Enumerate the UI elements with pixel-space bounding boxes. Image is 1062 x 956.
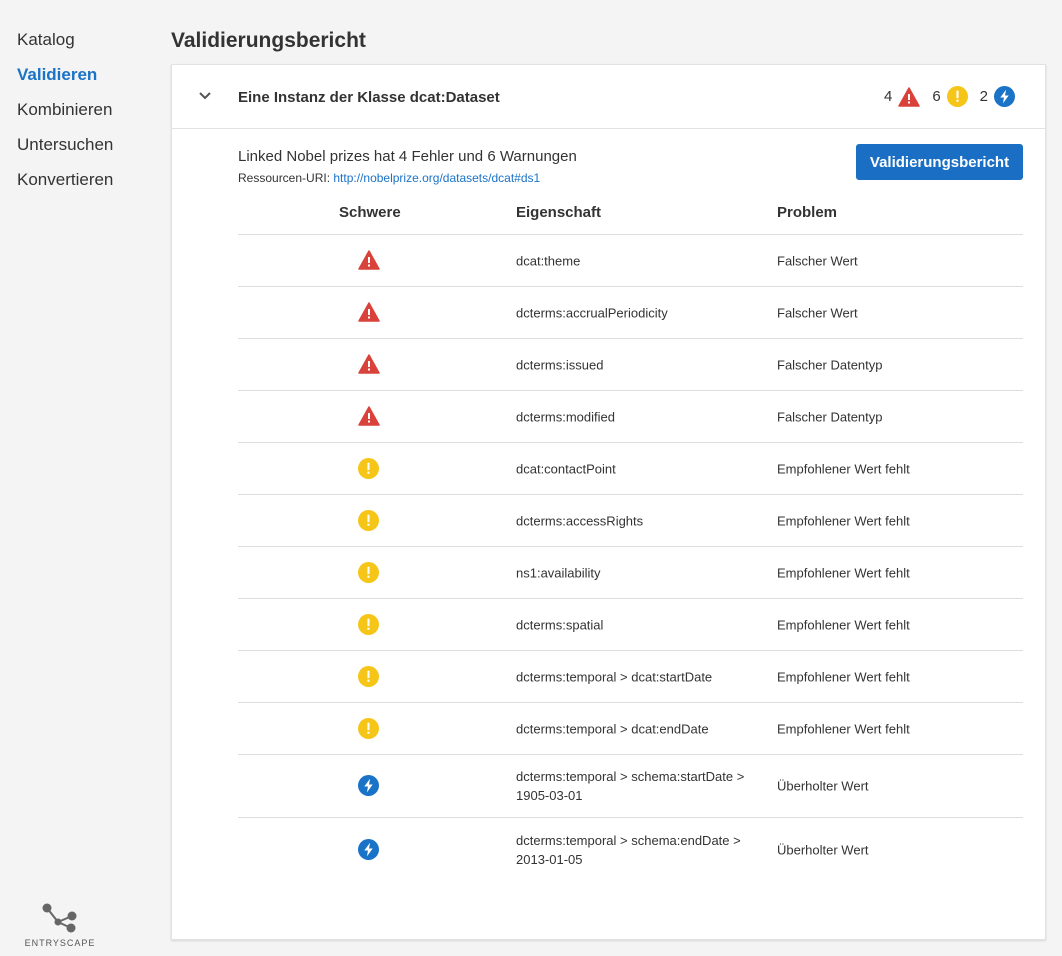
table-header: Schwere Eigenschaft Problem xyxy=(238,193,1023,235)
error-icon xyxy=(358,249,380,272)
sidebar-item-kombinieren[interactable]: Kombinieren xyxy=(17,100,112,120)
sidebar-item-katalog[interactable]: Katalog xyxy=(17,30,75,50)
card-title: Eine Instanz der Klasse dcat:Dataset xyxy=(238,89,500,106)
table-row: dcterms:temporal > dcat:endDate Empfohle… xyxy=(238,703,1023,755)
chevron-down-icon[interactable] xyxy=(198,89,212,108)
validation-table: Schwere Eigenschaft Problem dcat:theme F… xyxy=(238,193,1023,881)
table-row: dcat:theme Falscher Wert xyxy=(238,235,1023,287)
entryscape-logo[interactable]: ENTRYSCAPE xyxy=(22,902,98,948)
validation-report-button[interactable]: Validierungsbericht xyxy=(856,144,1023,180)
resource-uri-link[interactable]: http://nobelprize.org/datasets/dcat#ds1 xyxy=(333,171,540,185)
row-property: dcterms:temporal > dcat:startDate xyxy=(516,669,713,684)
row-problem: Empfohlener Wert fehlt xyxy=(777,669,910,684)
row-property: dcterms:issued xyxy=(516,357,604,372)
row-problem: Falscher Datentyp xyxy=(777,409,883,424)
logo-text: ENTRYSCAPE xyxy=(24,938,96,948)
error-icon xyxy=(898,86,921,107)
column-header-severity: Schwere xyxy=(339,204,401,221)
row-property: dcat:contactPoint xyxy=(516,461,616,476)
table-row: dcat:contactPoint Empfohlener Wert fehlt xyxy=(238,443,1023,495)
row-property: dcterms:temporal > dcat:endDate xyxy=(516,721,709,736)
row-problem: Überholter Wert xyxy=(777,778,869,794)
table-row: dcterms:temporal > dcat:startDate Empfoh… xyxy=(238,651,1023,703)
column-header-problem: Problem xyxy=(777,204,838,221)
deprecated-icon xyxy=(994,86,1015,107)
warning-icon xyxy=(358,561,380,584)
card-header[interactable]: Eine Instanz der Klasse dcat:Dataset 4 6… xyxy=(172,65,1045,129)
row-property: dcterms:spatial xyxy=(516,617,604,632)
error-icon xyxy=(358,405,380,428)
warning-icon xyxy=(358,457,380,480)
deprecated-count-value: 2 xyxy=(979,88,988,105)
deprecated-icon xyxy=(358,775,380,797)
deprecated-count: 2 xyxy=(980,86,1015,107)
resource-uri-label: Ressourcen-URI: xyxy=(238,171,331,185)
validation-card: Eine Instanz der Klasse dcat:Dataset 4 6… xyxy=(171,64,1046,940)
column-header-property: Eigenschaft xyxy=(516,204,602,221)
table-row: dcterms:accrualPeriodicity Falscher Wert xyxy=(238,287,1023,339)
table-row: dcterms:issued Falscher Datentyp xyxy=(238,339,1023,391)
entryscape-logo-icon xyxy=(42,903,77,933)
warning-icon xyxy=(946,86,968,107)
row-problem: Falscher Datentyp xyxy=(777,357,883,372)
page-title: Validierungsbericht xyxy=(171,29,366,52)
error-icon xyxy=(358,301,380,324)
resource-uri: Ressourcen-URI: http://nobelprize.org/da… xyxy=(238,171,540,185)
row-property: ns1:availability xyxy=(516,565,601,580)
error-icon xyxy=(358,353,380,376)
row-problem: Überholter Wert xyxy=(777,842,869,857)
row-problem: Empfohlener Wert fehlt xyxy=(777,617,910,632)
row-property: dcterms:temporal > schema:startDate > 19… xyxy=(516,769,745,803)
warning-icon xyxy=(358,665,380,688)
row-property: dcterms:temporal > schema:endDate > 2013… xyxy=(516,832,741,867)
validation-summary: Linked Nobel prizes hat 4 Fehler und 6 W… xyxy=(238,148,577,165)
error-count: 4 xyxy=(883,86,921,107)
warning-icon xyxy=(358,509,380,532)
warning-icon xyxy=(358,613,380,636)
sidebar-item-validieren[interactable]: Validieren xyxy=(17,65,97,85)
row-problem: Empfohlener Wert fehlt xyxy=(777,565,910,580)
row-problem: Falscher Wert xyxy=(777,305,858,320)
row-problem: Empfohlener Wert fehlt xyxy=(777,513,910,528)
row-property: dcterms:accessRights xyxy=(516,513,644,528)
warning-count-value: 6 xyxy=(932,88,941,105)
sidebar-item-konvertieren[interactable]: Konvertieren xyxy=(17,170,113,190)
warning-icon xyxy=(358,717,380,740)
table-row: dcterms:accessRights Empfohlener Wert fe… xyxy=(238,495,1023,547)
table-row: dcterms:modified Falscher Datentyp xyxy=(238,391,1023,443)
table-row: dcterms:spatial Empfohlener Wert fehlt xyxy=(238,599,1023,651)
row-property: dcterms:modified xyxy=(516,409,615,424)
row-problem: Falscher Wert xyxy=(777,253,858,268)
deprecated-icon xyxy=(358,838,380,861)
table-row: ns1:availability Empfohlener Wert fehlt xyxy=(238,547,1023,599)
warning-count: 6 xyxy=(932,86,968,107)
row-problem: Empfohlener Wert fehlt xyxy=(777,461,910,476)
row-problem: Empfohlener Wert fehlt xyxy=(777,721,910,736)
row-property: dcat:theme xyxy=(516,253,581,268)
sidebar-item-untersuchen[interactable]: Untersuchen xyxy=(17,135,113,155)
error-count-value: 4 xyxy=(883,88,893,105)
severity-counts: 4 6 2 xyxy=(884,86,1015,107)
table-row: dcterms:temporal > schema:startDate > 19… xyxy=(238,755,1023,818)
sidebar: Katalog Validieren Kombinieren Untersuch… xyxy=(0,0,160,956)
table-row: dcterms:temporal > schema:endDate > 2013… xyxy=(238,818,1023,881)
row-property: dcterms:accrualPeriodicity xyxy=(516,305,668,320)
